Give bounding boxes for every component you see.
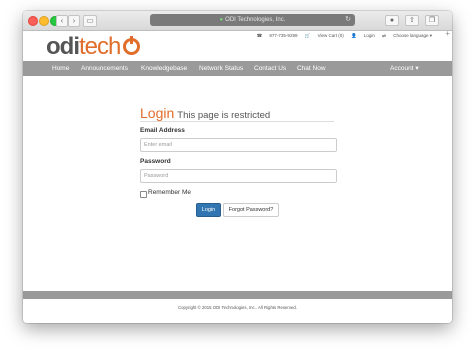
reload-icon[interactable]: ↻ (345, 14, 351, 26)
logo-power-icon (123, 36, 141, 55)
caret-down-icon: ▾ (415, 65, 419, 72)
login-title: Login (140, 105, 175, 121)
nav-chat-now[interactable]: Chat Now (297, 61, 326, 76)
footer-bar (23, 291, 452, 299)
login-button[interactable]: Login (196, 203, 221, 217)
login-subtitle: This page is restricted (177, 110, 271, 121)
tabs-icon[interactable]: ❐ (425, 15, 439, 26)
site-logo[interactable]: oditech (46, 33, 141, 60)
nav-announcements[interactable]: Announcements (81, 61, 128, 76)
email-field[interactable]: Enter email (140, 138, 337, 152)
chevron-right-icon[interactable]: › (68, 15, 80, 27)
remember-me-label[interactable]: Remember Me (148, 189, 191, 196)
top-links: ☎ 877-735-9299 🛒 View Cart (0) 👤 Login ⇄… (251, 33, 432, 39)
nav-account[interactable]: Account ▾ (390, 61, 419, 76)
chevron-left-icon[interactable]: ‹ (56, 15, 68, 27)
nav-knowledgebase[interactable]: Knowledgebase (141, 61, 187, 76)
sidebar-icon[interactable]: ▭ (83, 15, 97, 27)
login-link[interactable]: 👤 Login (351, 33, 375, 38)
copyright-text: Copyright © 2015 ODI Technologies, Inc..… (178, 305, 297, 310)
share-icon[interactable]: ⇧ (405, 15, 419, 26)
download-icon[interactable]: ● (385, 15, 399, 26)
heading-divider (140, 121, 334, 122)
browser-window: ‹ › ▭ ● ODI Technologies, Inc. ↻ ● ⇧ ❐ + … (23, 11, 452, 323)
remember-me-checkbox[interactable] (140, 191, 147, 198)
nav-contact-us[interactable]: Contact Us (254, 61, 286, 76)
close-window-button[interactable] (28, 16, 38, 26)
main-navbar: Home Announcements Knowledgebase Network… (23, 61, 452, 76)
plus-icon[interactable]: + (445, 29, 450, 38)
minimize-window-button[interactable] (39, 16, 49, 26)
view-cart-link[interactable]: 🛒 View Cart (0) (305, 33, 344, 38)
nav-home[interactable]: Home (52, 61, 69, 76)
browser-toolbar: ‹ › ▭ ● ODI Technologies, Inc. ↻ ● ⇧ ❐ + (23, 11, 452, 38)
logo-text-2: tech (79, 33, 121, 60)
footer (23, 299, 452, 323)
password-field[interactable]: Password (140, 169, 337, 183)
email-label: Email Address (140, 127, 185, 134)
nav-network-status[interactable]: Network Status (199, 61, 243, 76)
language-link[interactable]: ⇄ Choose language ▾ (382, 33, 432, 38)
lock-icon: ● (219, 17, 224, 23)
logo-text: odi (46, 33, 80, 60)
password-label: Password (140, 158, 171, 165)
address-bar[interactable]: ● ODI Technologies, Inc. ↻ (150, 14, 355, 26)
forgot-password-button[interactable]: Forgot Password? (223, 203, 279, 217)
phone-link[interactable]: ☎ 877-735-9299 (257, 33, 298, 38)
address-text: ODI Technologies, Inc. (225, 17, 286, 23)
